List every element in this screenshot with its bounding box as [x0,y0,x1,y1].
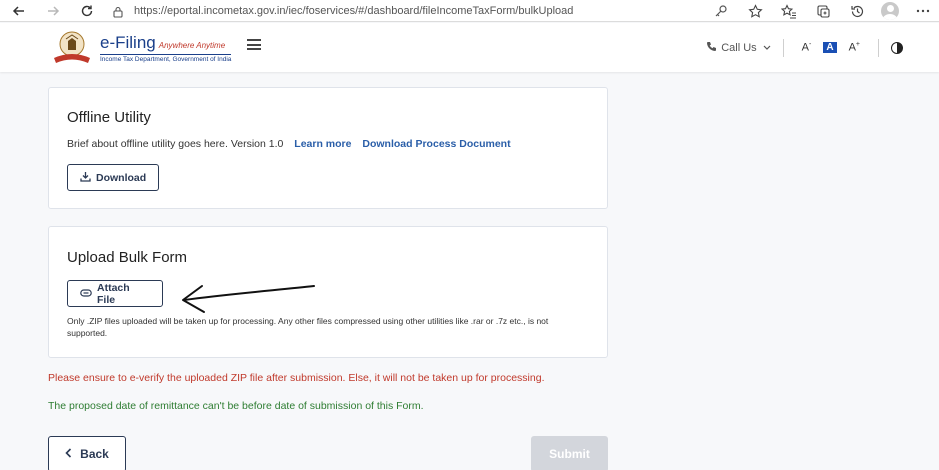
profile-avatar[interactable] [881,2,899,20]
call-us-dropdown[interactable]: Call Us [706,41,771,55]
brand-title: e-Filing [100,33,156,52]
chevron-down-icon [763,43,771,53]
font-normal-button[interactable]: A [823,42,837,53]
upload-bulk-form-title: Upload Bulk Form [67,249,188,266]
history-icon[interactable] [847,1,867,21]
site-header: e-Filing Anywhere Anytime Income Tax Depa… [0,23,939,72]
divider [878,38,879,57]
submit-button[interactable]: Submit [531,436,608,470]
forward-icon[interactable] [42,0,64,22]
back-button[interactable]: Back [48,436,126,470]
brand-tagline: Anywhere Anytime [158,41,226,50]
favorite-star-icon[interactable] [745,1,765,21]
call-us-label: Call Us [721,41,757,54]
font-decrease-button[interactable]: A- [802,41,812,54]
attach-file-label: Attach File [97,281,130,306]
remittance-date-note: The proposed date of remittance can't be… [48,400,424,412]
everify-warning-message: Please ensure to e-verify the uploaded Z… [48,372,545,384]
more-icon[interactable] [913,1,933,21]
back-button-label: Back [80,447,109,461]
download-button[interactable]: Download [67,164,159,191]
offline-description-text: Brief about offline utility goes here. V… [67,138,284,150]
download-button-label: Download [96,171,147,184]
phone-icon [706,41,717,55]
zip-only-note: Only .ZIP files uploaded will be taken u… [67,316,549,338]
refresh-icon[interactable] [76,0,98,22]
offline-utility-title: Offline Utility [67,109,151,126]
attach-file-button[interactable]: Attach File [67,280,163,307]
address-bar[interactable]: https://eportal.incometax.gov.in/iec/fos… [134,5,573,17]
hamburger-menu-icon[interactable] [247,39,261,50]
offline-utility-card: Offline Utility Brief about offline util… [48,87,608,209]
contrast-toggle-icon[interactable] [891,41,903,54]
back-icon[interactable] [8,0,30,22]
chevron-left-icon [65,447,72,461]
font-increase-button[interactable]: A+ [849,41,860,54]
lock-icon[interactable] [112,5,124,18]
attachment-icon [80,288,92,300]
brand-subtitle: Income Tax Department, Government of Ind… [100,54,232,63]
download-process-document-link[interactable]: Download Process Document [362,138,510,150]
annotation-arrow-icon [182,285,315,313]
government-emblem-logo [50,30,94,66]
favorites-list-icon[interactable] [779,1,799,21]
key-icon[interactable] [711,1,731,21]
divider [782,38,784,57]
browser-toolbar: https://eportal.incometax.gov.in/iec/fos… [0,0,939,22]
offline-utility-description: Brief about offline utility goes here. V… [67,138,511,150]
upload-bulk-form-card: Upload Bulk Form Attach File Only .ZIP f… [48,226,608,358]
download-icon [80,171,91,185]
efiling-brand-logo[interactable]: e-Filing Anywhere Anytime Income Tax Depa… [100,33,232,63]
learn-more-link[interactable]: Learn more [294,138,351,150]
collections-icon[interactable] [813,1,833,21]
